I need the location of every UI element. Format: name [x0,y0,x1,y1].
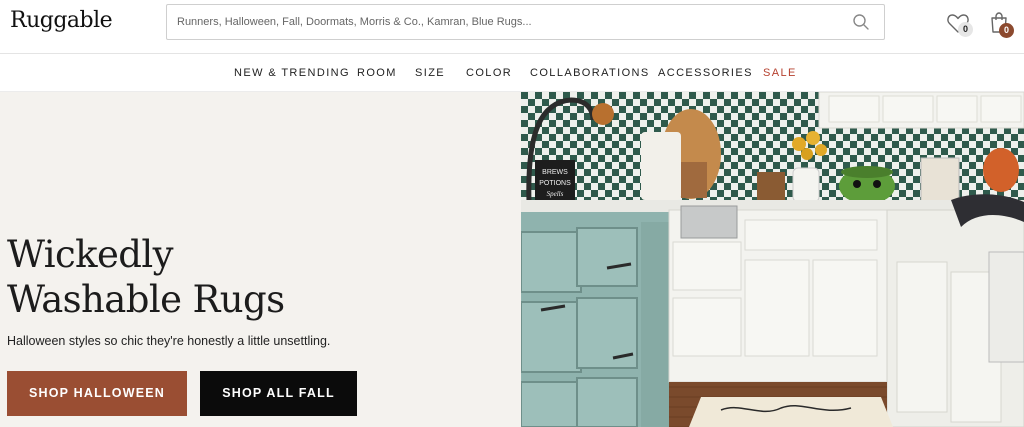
search-input[interactable] [167,5,827,39]
main-navigation: NEW & TRENDING ROOM SIZE COLOR COLLABORA… [0,54,1024,92]
nav-item-new-trending[interactable]: NEW & TRENDING [234,67,350,79]
hero-subtitle: Halloween styles so chic they're honestl… [7,334,331,348]
nav-item-size[interactable]: SIZE [415,67,445,79]
hero-kitchen-image[interactable]: BREWS POTIONS Spells [521,92,1024,427]
hero-headline-line1: Wickedly [7,233,173,276]
nav-item-collaborations[interactable]: COLLABORATIONS [530,67,650,79]
hero-headline-line2: Washable Rugs [7,278,285,321]
hero-headline: Wickedly Washable Rugs [7,232,285,322]
search-bar[interactable] [166,4,885,40]
kitchen-scene-illustration: BREWS POTIONS Spells [521,92,1024,427]
nav-item-sale[interactable]: SALE [763,67,797,79]
nav-item-room[interactable]: ROOM [357,67,397,79]
nav-item-accessories[interactable]: ACCESSORIES [658,67,753,79]
logo[interactable]: Ruggable [10,8,113,33]
nav-item-color[interactable]: COLOR [466,67,512,79]
sign-line3: Spells [547,190,564,198]
sign-line1: BREWS [542,169,568,176]
sign-line2: POTIONS [539,180,571,187]
shop-all-fall-button[interactable]: SHOP ALL FALL [200,371,357,416]
site-header: Ruggable 0 0 [0,0,1024,54]
hero-text-panel: Wickedly Washable Rugs Halloween styles … [0,92,521,427]
wishlist-count-badge: 0 [958,22,973,37]
search-icon[interactable] [852,13,870,31]
cart-count-badge: 0 [999,23,1014,38]
shop-halloween-button[interactable]: SHOP HALLOWEEN [7,371,187,416]
